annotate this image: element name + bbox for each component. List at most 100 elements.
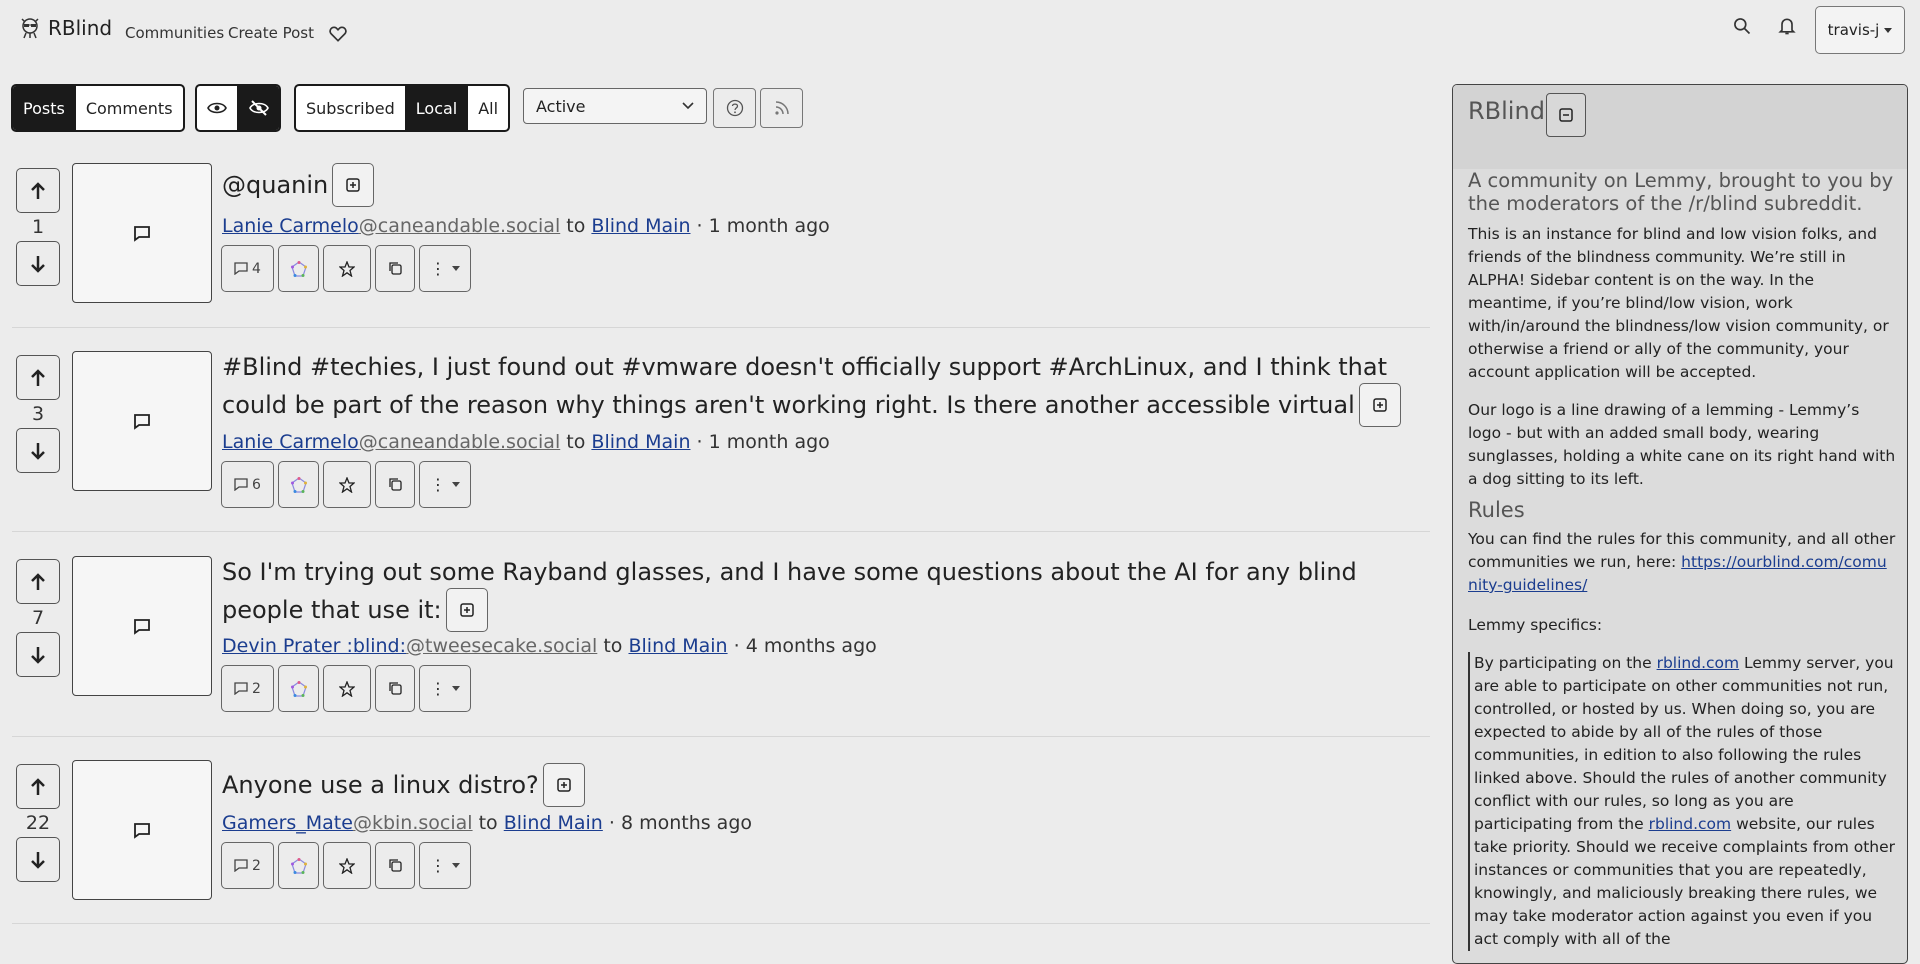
local-toggle[interactable]: Local [405,86,469,130]
comments-button[interactable]: 2 [221,842,274,889]
expand-post-button[interactable] [332,163,375,207]
expand-post-button[interactable] [1358,383,1401,427]
post-title[interactable]: @quanin [222,163,1432,207]
upvote-button[interactable] [16,764,60,809]
subscribed-toggle[interactable]: Subscribed [296,86,406,130]
post-community-link[interactable]: Blind Main [628,635,727,657]
cross-post-button[interactable] [375,245,415,292]
bell-icon[interactable] [1777,16,1797,36]
upvote-button[interactable] [16,559,60,604]
fediverse-button[interactable] [278,461,319,508]
post-author-instance[interactable]: @caneandable.social [359,215,560,237]
eye-slash-icon [248,100,269,116]
nav-create-post-link[interactable]: Create Post [228,24,314,42]
post-thumbnail[interactable] [72,760,212,900]
fediverse-button[interactable] [278,665,319,712]
comments-toggle[interactable]: Comments [76,86,183,130]
upvote-button[interactable] [16,355,60,400]
top-navbar: RBlind Communities Create Post travis-j [0,0,1920,64]
post-title[interactable]: So I'm trying out some Rayband glasses, … [222,555,1432,632]
rules-text: You can find the rules for this communit… [1468,528,1896,597]
expand-post-button[interactable] [542,763,585,807]
post-to-label: to [566,431,586,453]
save-button[interactable] [323,245,371,292]
post-author-link[interactable]: Devin Prater :blind: [222,635,406,657]
plus-square-icon [1373,398,1387,412]
brand-name: RBlind [48,16,113,40]
save-button[interactable] [323,842,371,889]
read-toggle-group [195,84,281,132]
comments-button[interactable]: 6 [221,461,274,508]
upvote-button[interactable] [16,168,60,213]
user-menu-button[interactable]: travis-j [1815,6,1905,54]
rblind-link[interactable]: rblind.com [1657,654,1740,672]
rblind-link[interactable]: rblind.com [1649,815,1732,833]
fediverse-icon [290,260,307,277]
post-title[interactable]: Anyone use a linux distro? [222,763,1432,807]
downvote-button[interactable] [16,241,60,286]
cross-post-button[interactable] [375,665,415,712]
comments-button[interactable]: 4 [221,245,274,292]
vote-column: 3 [16,355,60,473]
post-thumbnail[interactable] [72,163,212,303]
downvote-button[interactable] [16,632,60,677]
arrow-down-icon [31,442,45,460]
more-options-button[interactable]: ⋮ [419,665,471,712]
downvote-button[interactable] [16,428,60,473]
more-options-button[interactable]: ⋮ [419,461,471,508]
post-meta: Lanie Carmelo@caneandable.social to Blin… [222,215,830,237]
question-circle-icon [726,99,743,117]
post-to-label: to [603,635,623,657]
copy-icon [388,478,402,491]
save-button[interactable] [323,665,371,712]
comments-button[interactable]: 2 [221,665,274,712]
cross-post-button[interactable] [375,461,415,508]
expand-post-button[interactable] [445,588,488,632]
kebab-icon: ⋮ [430,259,446,278]
all-toggle[interactable]: All [468,86,508,130]
post-author-instance[interactable]: @caneandable.social [359,431,560,453]
sidebar-paragraph: Our logo is a line drawing of a lemming … [1468,401,1896,488]
more-options-button[interactable]: ⋮ [419,245,471,292]
downvote-button[interactable] [16,837,60,882]
posts-toggle[interactable]: Posts [13,86,76,130]
post-community-link[interactable]: Blind Main [504,812,603,834]
arrow-up-icon [31,777,45,795]
fediverse-button[interactable] [278,245,319,292]
post-author-instance[interactable]: @kbin.social [353,812,473,834]
post-author-link[interactable]: Lanie Carmelo [222,431,359,453]
post-thumbnail[interactable] [72,351,212,491]
post-author-link[interactable]: Gamers_Mate [222,812,353,834]
comment-icon [134,413,150,430]
fediverse-icon [290,857,307,874]
post-community-link[interactable]: Blind Main [591,431,690,453]
post-community-link[interactable]: Blind Main [591,215,690,237]
search-icon[interactable] [1732,16,1752,36]
copy-icon [388,262,402,275]
arrow-down-icon [31,255,45,273]
brand-link[interactable]: RBlind [18,16,112,40]
post-title[interactable]: #Blind #techies, I just found out #vmwar… [222,350,1432,427]
sort-select[interactable]: Active [523,88,707,124]
post-author-link[interactable]: Lanie Carmelo [222,215,359,237]
show-read-button[interactable] [197,86,238,130]
vote-score: 7 [31,607,45,629]
fediverse-button[interactable] [278,842,319,889]
post-author-instance[interactable]: @tweesecake.social [406,635,597,657]
save-button[interactable] [323,461,371,508]
arrow-up-icon [31,572,45,590]
chevron-down-icon [452,482,460,487]
hide-read-button[interactable] [238,86,279,130]
nav-communities-link[interactable]: Communities [125,24,224,42]
more-options-button[interactable]: ⋮ [419,842,471,889]
view-toggle-group: Posts Comments [11,84,185,132]
collapse-sidebar-button[interactable] [1546,93,1586,137]
rss-button[interactable] [760,88,803,128]
sort-help-button[interactable] [713,88,756,128]
cross-post-button[interactable] [375,842,415,889]
post-thumbnail[interactable] [72,556,212,696]
blockquote-text: By participating on the [1474,654,1657,672]
community-sidebar: RBlind A community on Lemmy, brought to … [1452,84,1908,964]
vote-score: 1 [31,216,45,238]
heart-icon[interactable] [328,24,348,44]
